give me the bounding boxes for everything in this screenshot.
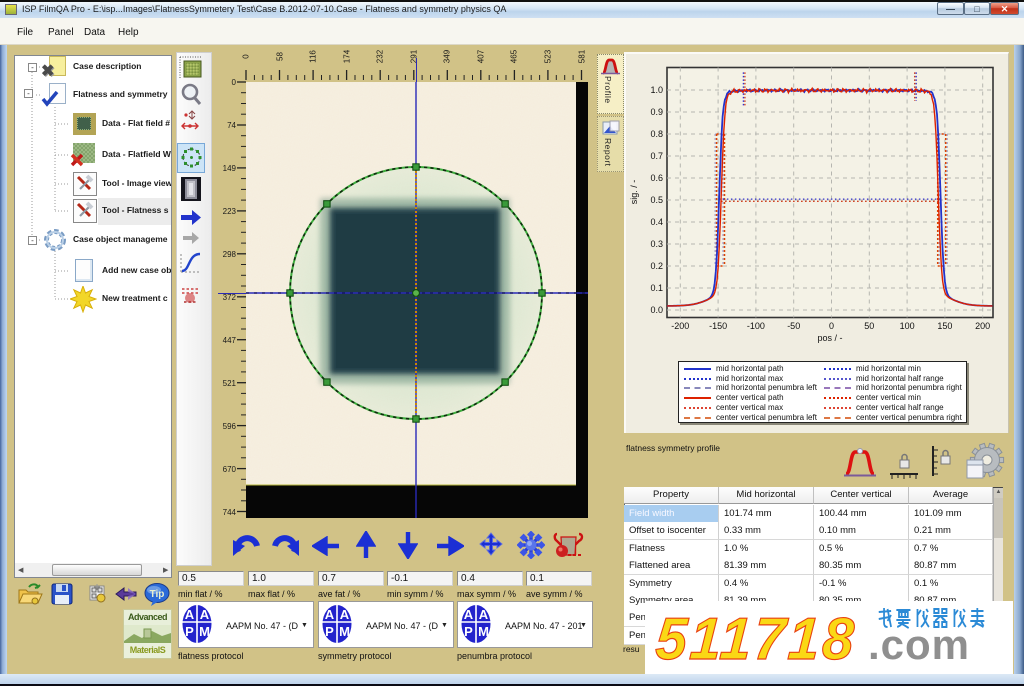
- svg-text:0.9: 0.9: [650, 107, 663, 117]
- svg-text:1.0: 1.0: [650, 85, 663, 95]
- svg-text:sig. / -: sig. / -: [629, 180, 639, 205]
- svg-text:150: 150: [937, 321, 952, 331]
- svg-text:P: P: [464, 624, 473, 639]
- svg-text:0.0: 0.0: [650, 305, 663, 315]
- svg-text:0.1: 0.1: [650, 283, 663, 293]
- svg-text:0.4: 0.4: [650, 217, 663, 227]
- svg-text:0.2: 0.2: [650, 261, 663, 271]
- svg-text:pos / -: pos / -: [817, 333, 842, 343]
- svg-text:A: A: [185, 607, 195, 622]
- svg-text:-150: -150: [709, 321, 727, 331]
- svg-text:200: 200: [975, 321, 990, 331]
- svg-text:0.6: 0.6: [650, 173, 663, 183]
- svg-text:P: P: [325, 624, 334, 639]
- svg-text:0.7: 0.7: [650, 151, 663, 161]
- svg-text:0: 0: [829, 321, 834, 331]
- svg-text:-50: -50: [787, 321, 800, 331]
- svg-text:P: P: [185, 624, 194, 639]
- svg-text:50: 50: [864, 321, 874, 331]
- svg-text:M: M: [478, 624, 489, 639]
- svg-text:-100: -100: [747, 321, 765, 331]
- svg-text:0.5: 0.5: [650, 195, 663, 205]
- svg-text:A: A: [200, 607, 210, 622]
- svg-text:A: A: [464, 607, 474, 622]
- svg-text:M: M: [339, 624, 350, 639]
- svg-text:0.8: 0.8: [650, 129, 663, 139]
- svg-text:M: M: [199, 624, 210, 639]
- svg-text:Tip: Tip: [150, 589, 165, 600]
- svg-text:A: A: [479, 607, 489, 622]
- svg-text:-200: -200: [671, 321, 689, 331]
- svg-text:A: A: [325, 607, 335, 622]
- svg-text:0.3: 0.3: [650, 239, 663, 249]
- svg-text:100: 100: [900, 321, 915, 331]
- svg-text:A: A: [340, 607, 350, 622]
